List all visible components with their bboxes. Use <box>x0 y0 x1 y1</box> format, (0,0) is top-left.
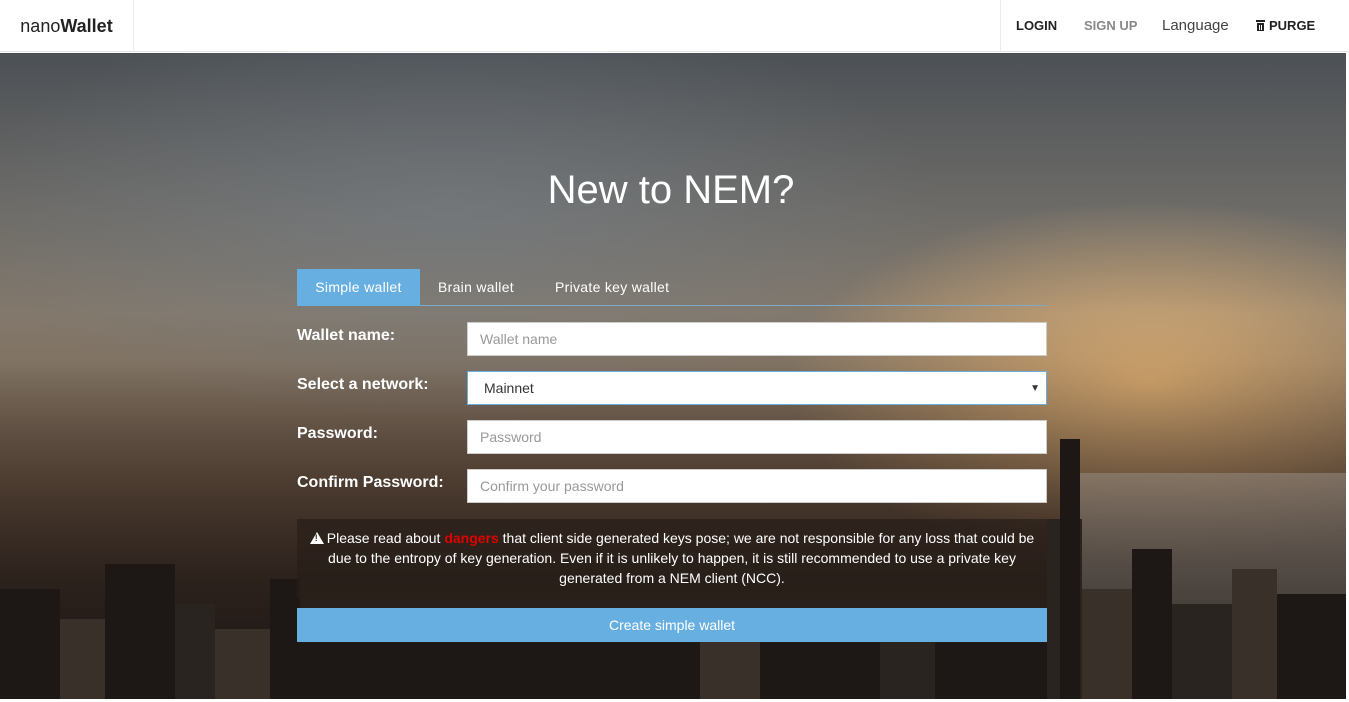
wallet-type-tabs: Simple wallet Brain wallet Private key w… <box>297 269 1047 306</box>
tab-private-key-wallet[interactable]: Private key wallet <box>555 269 669 306</box>
dangers-link[interactable]: dangers <box>444 530 498 546</box>
signup-link[interactable]: SIGN UP <box>1084 0 1137 52</box>
confirm-password-label: Confirm Password: <box>297 474 444 491</box>
language-dropdown[interactable]: Language <box>1162 0 1229 52</box>
create-simple-wallet-button[interactable]: Create simple wallet <box>297 608 1047 642</box>
warning-sign-icon <box>309 532 324 544</box>
login-link[interactable]: LOGIN <box>1016 0 1057 52</box>
purge-button[interactable]: PURGE <box>1256 0 1315 52</box>
top-navbar: nano Wallet LOGIN SIGN UP Language PURGE <box>0 0 1349 52</box>
trash-icon <box>1256 20 1265 31</box>
password-label: Password: <box>297 425 378 442</box>
wallet-name-input[interactable] <box>467 322 1047 356</box>
network-label: Select a network: <box>297 376 429 393</box>
key-generation-warning: Please read about dangers that client si… <box>297 519 1047 598</box>
network-select-value: Mainnet <box>484 380 534 396</box>
password-input[interactable] <box>467 420 1047 454</box>
brand-bold: Wallet <box>60 15 113 36</box>
nav-menu: LOGIN SIGN UP Language PURGE <box>1000 0 1349 52</box>
network-select[interactable]: Mainnet ▼ <box>467 371 1047 405</box>
warning-text-before: Please read about <box>326 530 445 546</box>
caret-down-icon: ▼ <box>1030 383 1040 394</box>
page-title: New to NEM? <box>547 168 795 212</box>
tab-simple-wallet[interactable]: Simple wallet <box>297 269 420 306</box>
wallet-name-label: Wallet name: <box>297 327 396 344</box>
tab-brain-wallet[interactable]: Brain wallet <box>438 269 514 306</box>
brand-logo[interactable]: nano Wallet <box>0 0 134 52</box>
brand-prefix: nano <box>20 15 61 36</box>
confirm-password-input[interactable] <box>467 469 1047 503</box>
purge-label: PURGE <box>1269 18 1316 33</box>
